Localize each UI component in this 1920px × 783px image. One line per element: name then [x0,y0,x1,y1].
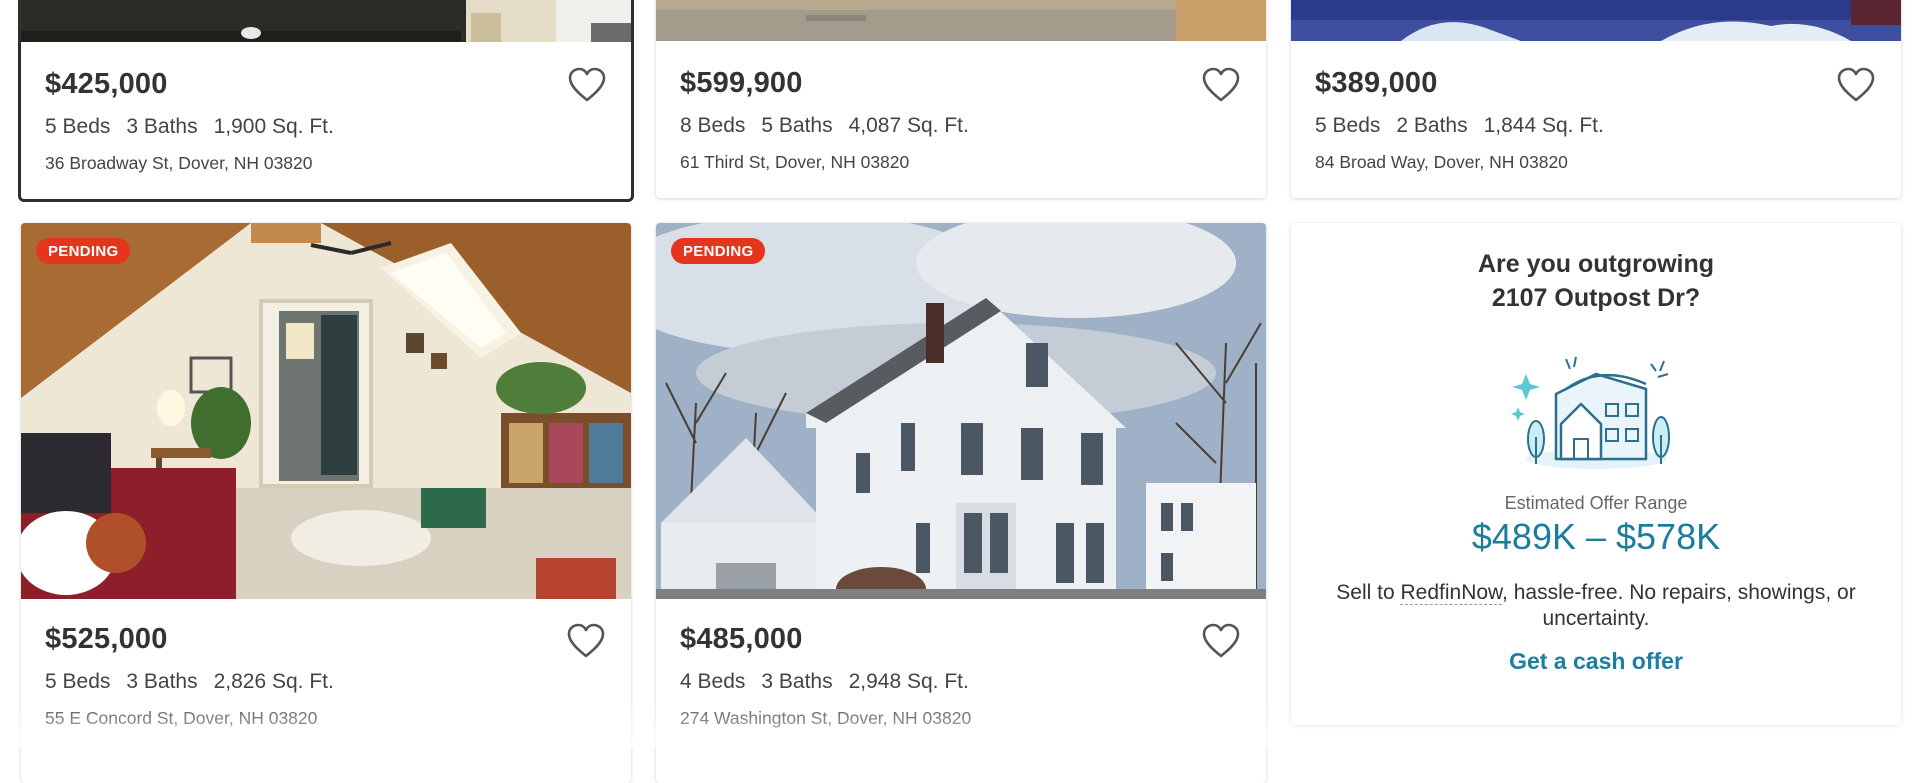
promo-title-line-2: 2107 Outpost Dr? [1491,284,1701,312]
baths: 3 Baths [126,670,198,693]
listing-card-1[interactable]: $425,000 5 Beds 3 Baths 1,900 Sq. Ft. 36 B… [18,0,634,202]
pending-badge: PENDING [671,238,766,264]
listing-photo[interactable]: PENDING [21,223,631,599]
listing-card-5[interactable]: PENDING $485,000 4 Beds 3 Baths 2,948 Sq. … [656,223,1266,783]
listing-address: 61 Third St, Dover, NH 03820 [680,152,910,172]
sqft: 2,826 Sq. Ft. [213,670,334,693]
beds: 4 Beds [680,670,746,693]
heart-outline-icon[interactable] [566,623,606,659]
listing-price: $525,000 [45,623,168,655]
listing-photo[interactable] [1291,0,1901,41]
heart-outline-icon[interactable] [1201,67,1241,103]
house-sparkle-illustration [1506,349,1686,479]
heart-outline-icon[interactable] [1201,623,1241,659]
listing-address: 84 Broad Way, Dover, NH 03820 [1315,152,1568,172]
listing-stats: 5 Beds 3 Baths 2,826 Sq. Ft. [45,670,607,694]
promo-title-line-1: Are you outgrowing [1477,250,1715,278]
listing-photo[interactable] [21,0,631,42]
sqft: 1,844 Sq. Ft. [1483,114,1604,137]
listing-photo[interactable]: PENDING [656,223,1266,599]
listing-stats: 5 Beds 3 Baths 1,900 Sq. Ft. [45,115,607,139]
sqft: 1,900 Sq. Ft. [213,115,334,138]
listing-stats: 8 Beds 5 Baths 4,087 Sq. Ft. [680,114,1242,138]
sqft: 2,948 Sq. Ft. [848,670,969,693]
beds: 5 Beds [45,115,111,138]
beds: 8 Beds [680,114,746,137]
beds: 5 Beds [45,670,111,693]
listing-price: $485,000 [680,623,803,655]
beds: 5 Beds [1315,114,1381,137]
baths: 3 Baths [126,115,198,138]
heart-outline-icon[interactable] [1836,67,1876,103]
listing-card-3[interactable]: $389,000 5 Beds 2 Baths 1,844 Sq. Ft. 84 B… [1291,0,1901,198]
listing-price: $599,900 [680,67,803,99]
get-cash-offer-link[interactable]: Get a cash offer [1291,648,1901,675]
listing-stats: 4 Beds 3 Baths 2,948 Sq. Ft. [680,670,1242,694]
listing-stats: 5 Beds 2 Baths 1,844 Sq. Ft. [1315,114,1877,138]
listing-address: 36 Broadway St, Dover, NH 03820 [45,153,313,173]
promo-description: Sell to RedfinNow, hassle-free. No repai… [1319,580,1873,632]
listing-price: $389,000 [1315,67,1438,99]
promo-text-suffix: , hassle-free. No repairs, showings, or … [1502,581,1856,630]
sqft: 4,087 Sq. Ft. [848,114,969,137]
baths: 5 Baths [761,114,833,137]
baths: 3 Baths [761,670,833,693]
promo-title: Are you outgrowing 2107 Outpost Dr? [1291,247,1901,315]
promo-text-prefix: Sell to [1336,581,1401,604]
offer-range-label: Estimated Offer Range [1504,493,1688,513]
listing-price: $425,000 [45,68,168,100]
listing-photo[interactable] [656,0,1266,41]
listing-card-2[interactable]: $599,900 8 Beds 5 Baths 4,087 Sq. Ft. 61 T… [656,0,1266,198]
listing-address: 55 E Concord St, Dover, NH 03820 [45,708,318,728]
pending-badge: PENDING [36,238,131,264]
baths: 2 Baths [1396,114,1468,137]
listing-card-4[interactable]: PENDING $525,000 5 Beds 3 Baths 2,826 Sq. … [21,223,631,783]
heart-outline-icon[interactable] [567,67,607,103]
sell-promo-card: Are you outgrowing 2107 Outpost Dr? Esti… [1291,223,1901,725]
redfinnow-link[interactable]: RedfinNow [1400,581,1503,605]
offer-range-value: $489K – $578K [1471,516,1721,557]
listing-address: 274 Washington St, Dover, NH 03820 [680,708,972,728]
